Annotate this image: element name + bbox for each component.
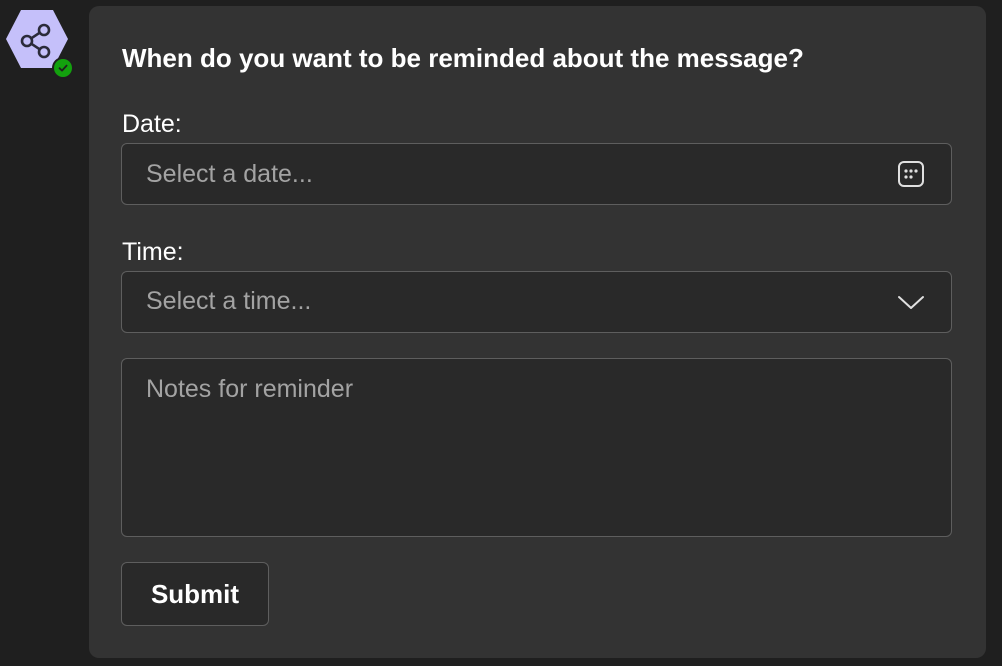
bot-avatar[interactable] (4, 8, 74, 79)
notes-textarea[interactable] (146, 375, 926, 520)
chevron-down-icon (898, 296, 924, 309)
date-field[interactable] (121, 143, 952, 205)
card-title: When do you want to be reminded about th… (122, 43, 804, 73)
calendar-icon (898, 161, 924, 187)
time-dropdown-toggle[interactable] (895, 286, 927, 318)
checkmark-icon (58, 64, 68, 72)
notes-field[interactable] (121, 358, 952, 537)
date-label: Date: (122, 110, 182, 138)
presence-available-dot (54, 59, 72, 77)
time-select-value: Select a time... (146, 287, 312, 315)
time-select[interactable]: Select a time... (121, 271, 952, 333)
time-label: Time: (122, 238, 184, 266)
date-input[interactable] (146, 144, 866, 204)
calendar-picker-button[interactable] (895, 158, 927, 190)
submit-button[interactable]: Submit (121, 562, 269, 626)
presence-badge (52, 57, 74, 79)
reminder-card: When do you want to be reminded about th… (89, 6, 986, 658)
